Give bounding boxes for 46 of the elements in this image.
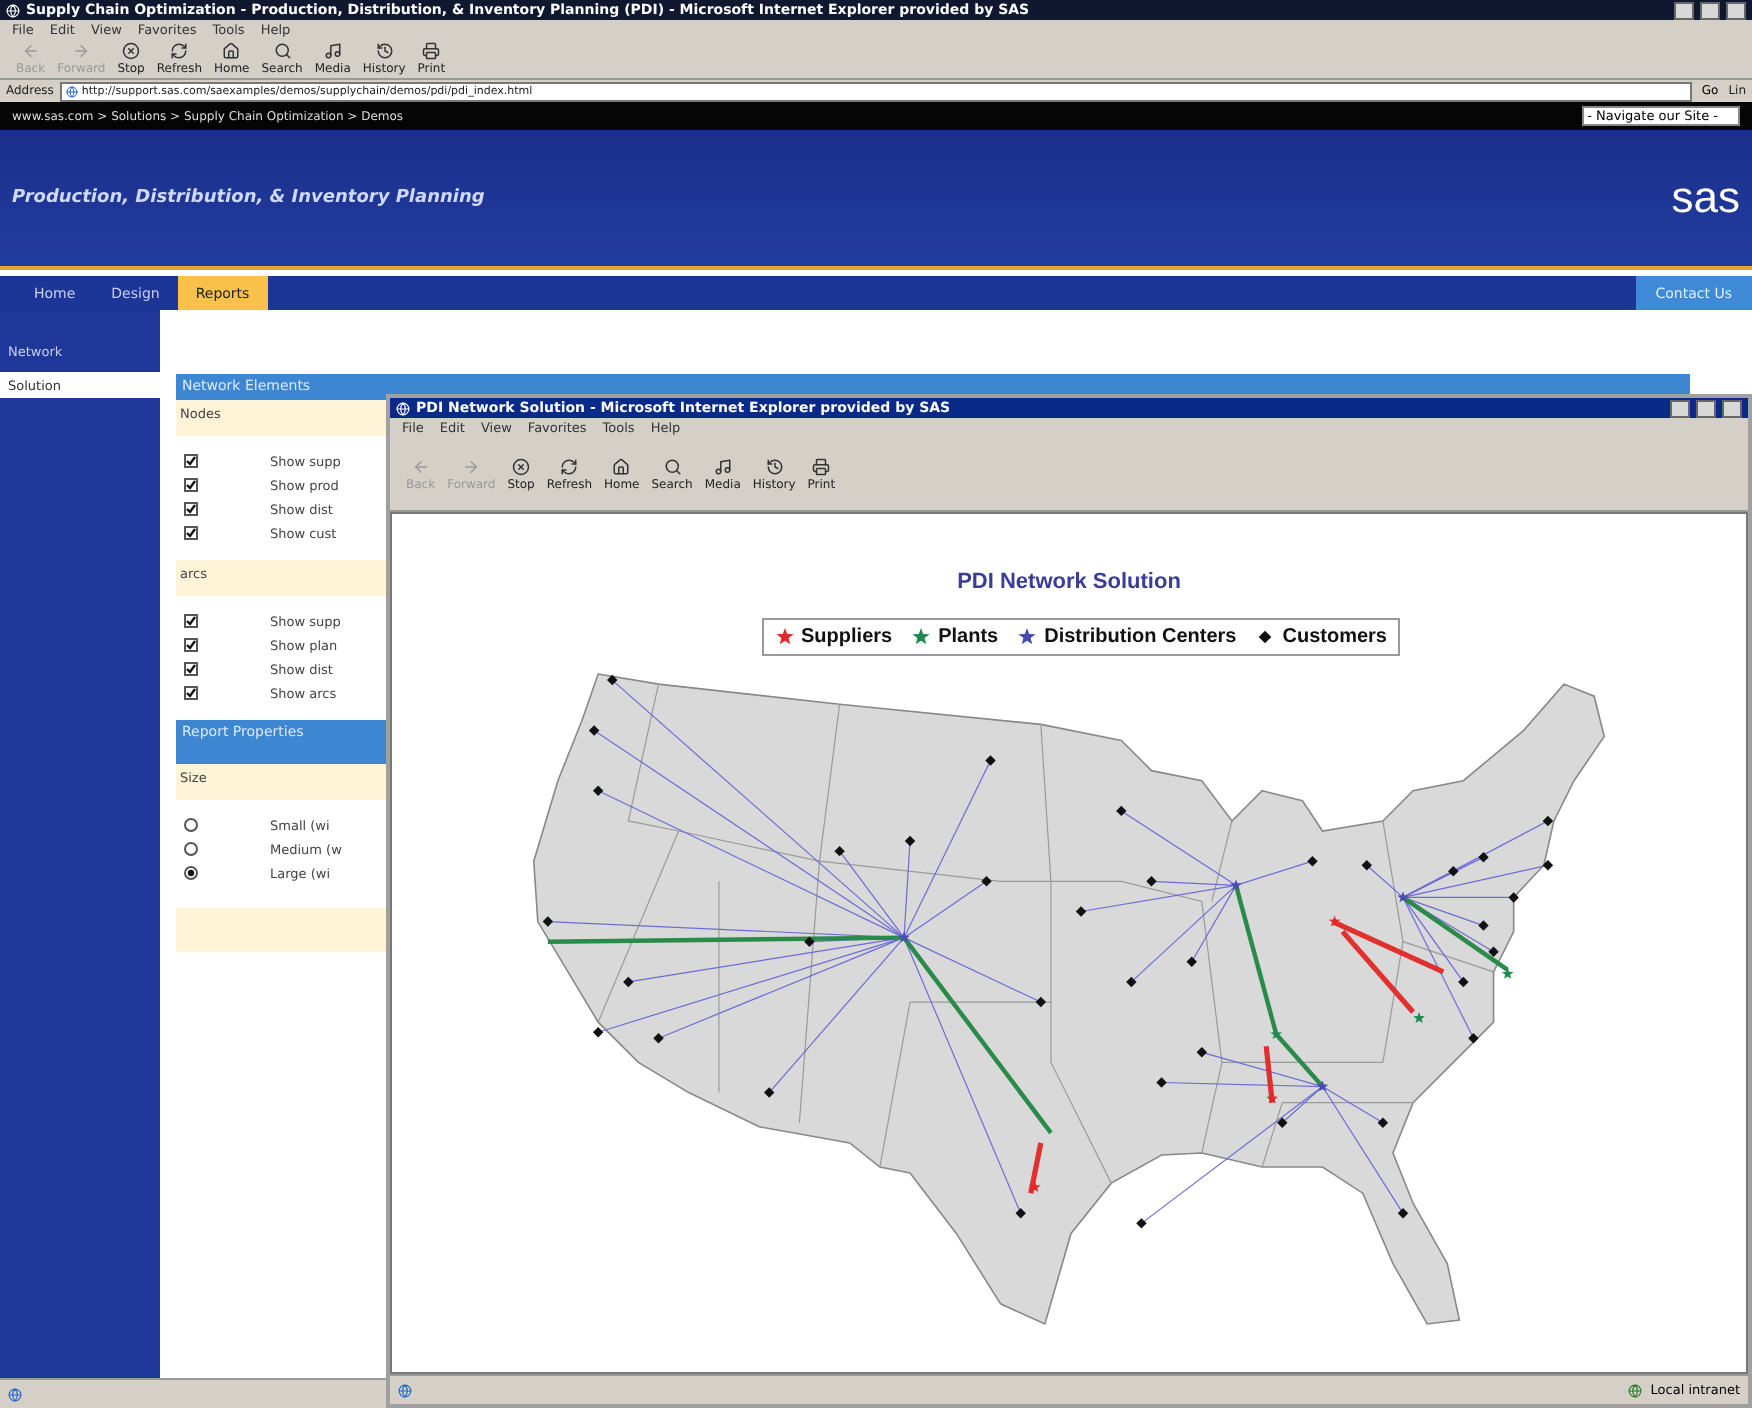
maximize-icon[interactable] <box>1700 1 1720 19</box>
maximize-icon[interactable] <box>1696 399 1716 417</box>
legend-label: Customers <box>1282 626 1387 648</box>
page-icon <box>8 1387 22 1401</box>
checkbox[interactable] <box>184 454 198 468</box>
close-icon[interactable] <box>1726 1 1746 19</box>
radio-button[interactable] <box>184 842 198 856</box>
refresh-icon <box>560 457 579 475</box>
music-note-icon <box>323 42 342 60</box>
logo: sas <box>1671 172 1740 224</box>
banner-title: Production, Distribution, & Inventory Planning <box>12 188 485 208</box>
checkbox[interactable] <box>184 614 198 628</box>
radio-button[interactable] <box>184 818 198 832</box>
browser-icon <box>396 401 410 415</box>
clock-icon <box>765 457 784 475</box>
close-icon[interactable] <box>1722 399 1742 417</box>
legend-label: Distribution Centers <box>1044 626 1237 648</box>
music-note-icon <box>713 457 732 475</box>
page-icon <box>398 1383 412 1397</box>
legend-label: Suppliers <box>801 626 893 648</box>
refresh-icon <box>170 42 189 60</box>
browser-icon <box>6 3 20 17</box>
globe-icon <box>1628 1383 1643 1397</box>
home-icon <box>222 42 241 60</box>
home-icon <box>612 457 631 475</box>
checkbox[interactable] <box>184 686 198 700</box>
clock-icon <box>375 42 394 60</box>
stop-icon <box>122 42 141 60</box>
minimize-icon[interactable] <box>1674 1 1694 19</box>
search-icon <box>273 42 292 60</box>
printer-icon <box>812 457 831 475</box>
legend-label: Plants <box>938 626 999 648</box>
checkbox[interactable] <box>184 502 198 516</box>
printer-icon <box>422 42 441 60</box>
checkbox[interactable] <box>184 478 198 492</box>
report-title: PDI Network Solution <box>957 570 1181 594</box>
radio-button[interactable] <box>184 866 198 880</box>
arrow-left-icon <box>411 457 430 475</box>
minimize-icon[interactable] <box>1670 399 1690 417</box>
arrow-right-icon <box>462 457 481 475</box>
stop-icon <box>512 457 531 475</box>
checkbox[interactable] <box>184 662 198 676</box>
search-icon <box>663 457 682 475</box>
page-icon <box>65 85 78 97</box>
checkbox[interactable] <box>184 638 198 652</box>
checkbox[interactable] <box>184 526 198 540</box>
